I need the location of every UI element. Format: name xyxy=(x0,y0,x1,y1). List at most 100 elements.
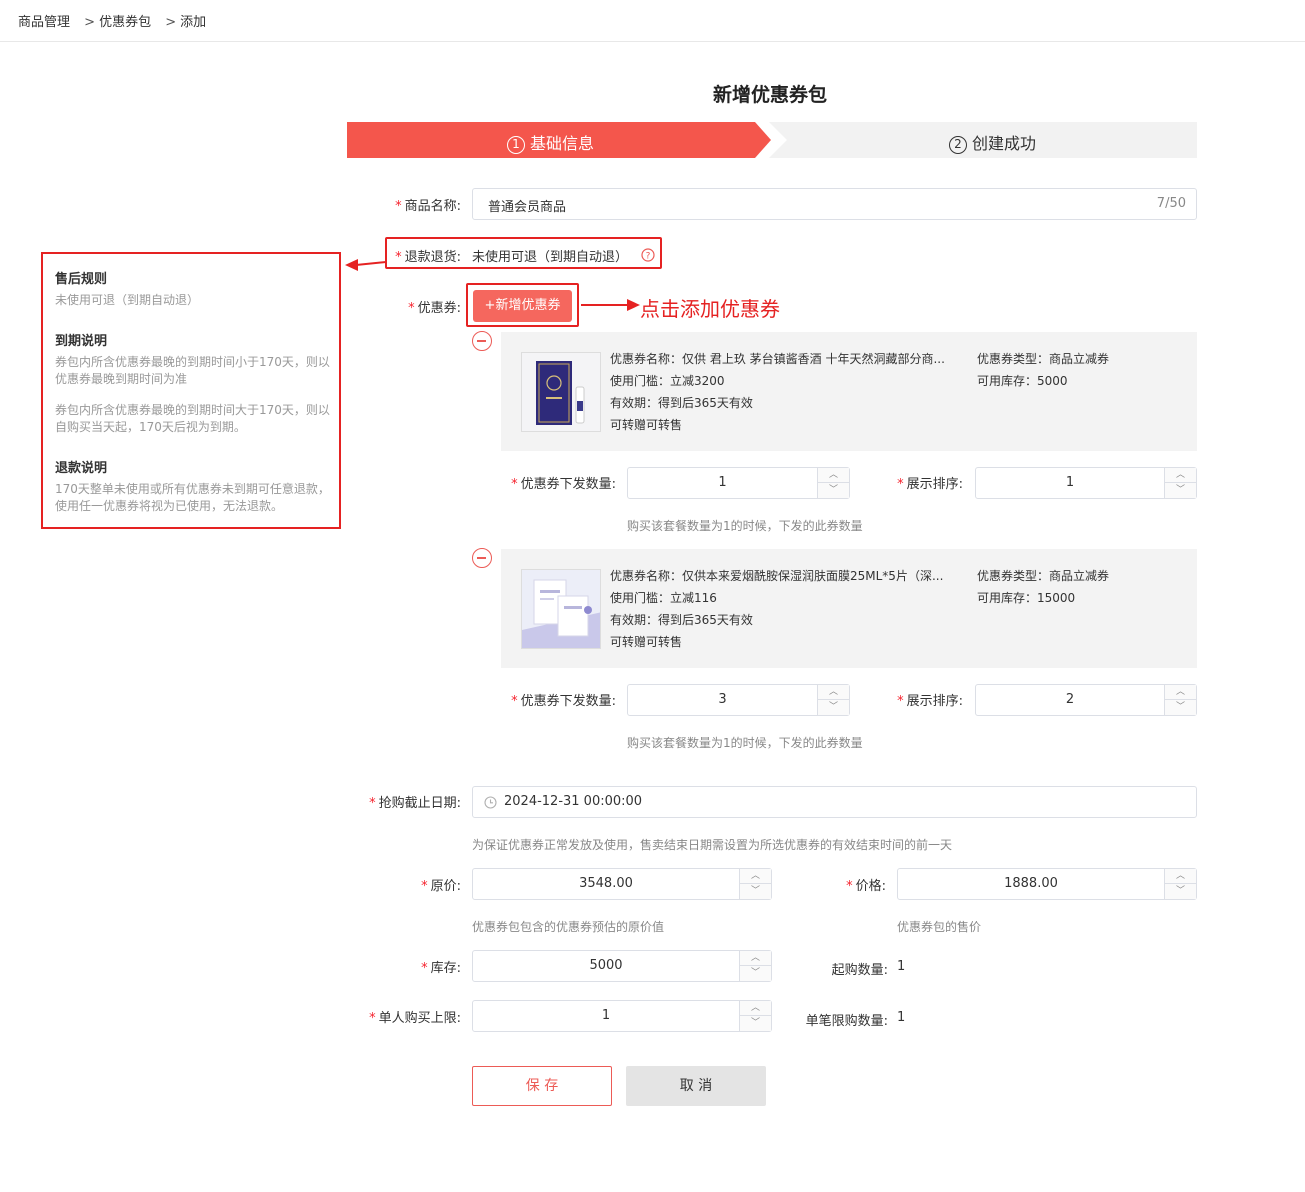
product-name-input[interactable]: 普通会员商品 7/50 xyxy=(472,188,1197,220)
increment-icon[interactable]: ︿ xyxy=(1165,869,1196,884)
decrement-icon[interactable]: ﹀ xyxy=(1165,884,1196,899)
add-coupon-button[interactable]: +新增优惠券 xyxy=(473,290,572,322)
original-price-value: 3548.00 xyxy=(579,876,633,891)
coupon-qty-stepper[interactable]: 1 ︿ ﹀ xyxy=(627,467,850,499)
coupon-type: 优惠券类型：商品立减券 xyxy=(977,569,1110,583)
coupon-product-image xyxy=(521,352,601,432)
sort-stepper[interactable]: 1 ︿ ﹀ xyxy=(975,467,1197,499)
stock-stepper[interactable]: 5000 ︿ ﹀ xyxy=(472,950,772,982)
stepper-controls: ︿ ﹀ xyxy=(739,869,771,899)
decrement-icon[interactable]: ﹀ xyxy=(740,884,771,899)
refund-title: 退款说明 xyxy=(55,461,108,476)
deadline-value: 2024-12-31 00:00:00 xyxy=(504,794,643,809)
breadcrumb-separator: > xyxy=(84,15,96,30)
char-counter: 7/50 xyxy=(1156,196,1186,211)
original-price-stepper[interactable]: 3548.00 ︿ ﹀ xyxy=(472,868,772,900)
decrement-icon[interactable]: ﹀ xyxy=(818,483,849,498)
product-name-value: 普通会员商品 xyxy=(488,200,567,215)
coupon-qty-value: 3 xyxy=(718,692,727,707)
breadcrumb: 商品管理 > 优惠券包 > 添加 xyxy=(18,11,206,30)
cancel-button[interactable]: 取 消 xyxy=(626,1066,766,1106)
increment-icon[interactable]: ︿ xyxy=(818,468,849,483)
coupon-threshold: 使用门槛：立减116 xyxy=(610,591,717,605)
stepper-controls: ︿ ﹀ xyxy=(817,468,849,498)
stock-label: * 库存: xyxy=(421,961,461,976)
arrow-left-icon xyxy=(345,259,387,271)
breadcrumb-item-goods[interactable]: 商品管理 xyxy=(18,15,70,30)
decrement-icon[interactable]: ﹀ xyxy=(818,700,849,715)
step-basic-info: 1 基础信息 xyxy=(507,130,594,154)
coupon-stock: 可用库存：15000 xyxy=(977,591,1076,605)
coupon-qty-label: * 优惠券下发数量: xyxy=(511,694,616,709)
decrement-icon[interactable]: ﹀ xyxy=(1165,700,1196,715)
per-order-limit-value: 1 xyxy=(897,1010,906,1025)
decrement-icon[interactable]: ﹀ xyxy=(1165,483,1196,498)
step-number: 1 xyxy=(507,136,525,154)
coupon-threshold: 使用门槛：立减3200 xyxy=(610,374,725,388)
price-value: 1888.00 xyxy=(1004,876,1058,891)
question-icon[interactable]: ? xyxy=(641,248,655,262)
increment-icon[interactable]: ︿ xyxy=(818,685,849,700)
breadcrumb-separator: > xyxy=(165,15,177,30)
stepper-controls: ︿ ﹀ xyxy=(1164,468,1196,498)
coupon-qty-label: * 优惠券下发数量: xyxy=(511,477,616,492)
stepper-controls: ︿ ﹀ xyxy=(1164,869,1196,899)
stepper-controls: ︿ ﹀ xyxy=(1164,685,1196,715)
arrow-right-icon xyxy=(581,299,640,311)
breadcrumb-item-add: 添加 xyxy=(180,15,207,30)
step-indicator: 1 基础信息 2 创建成功 xyxy=(347,122,1197,158)
increment-icon[interactable]: ︿ xyxy=(740,951,771,966)
step-label: 创建成功 xyxy=(972,134,1037,153)
decrement-icon[interactable]: ﹀ xyxy=(740,966,771,981)
deadline-date-picker[interactable]: 2024-12-31 00:00:00 xyxy=(472,786,1197,818)
increment-icon[interactable]: ︿ xyxy=(740,869,771,884)
stepper-controls: ︿ ﹀ xyxy=(739,951,771,981)
expiry-title: 到期说明 xyxy=(55,334,108,349)
sort-value: 1 xyxy=(1065,475,1075,490)
step-label: 基础信息 xyxy=(530,134,595,153)
min-buy-label: 起购数量: xyxy=(831,963,888,978)
sort-label: * 展示排序: xyxy=(897,694,963,709)
svg-text:?: ? xyxy=(646,252,651,262)
increment-icon[interactable]: ︿ xyxy=(1165,468,1196,483)
coupon-label: * 优惠券: xyxy=(408,301,461,316)
coupon-validity: 有效期：得到后365天有效 xyxy=(610,613,753,627)
coupon-qty-hint: 购买该套餐数量为1的时候，下发的此券数量 xyxy=(627,519,863,533)
annotation-add-coupon: 点击添加优惠券 xyxy=(640,297,780,321)
coupon-name: 优惠券名称：仅供本来爱烟酰胺保湿润肤面膜25ML*5片（深... xyxy=(610,569,944,583)
step-created: 2 创建成功 xyxy=(949,130,1036,154)
header-divider xyxy=(0,41,1305,42)
per-order-limit-label: 单笔限购数量: xyxy=(805,1014,888,1029)
sort-stepper[interactable]: 2 ︿ ﹀ xyxy=(975,684,1197,716)
remove-coupon-icon[interactable] xyxy=(472,331,492,351)
original-price-hint: 优惠券包包含的优惠券预估的原价值 xyxy=(472,920,665,934)
deadline-hint: 为保证优惠券正常发放及使用，售卖结束日期需设置为所选优惠券的有效结束时间的前一天 xyxy=(472,838,953,852)
stock-value: 5000 xyxy=(589,958,623,973)
coupon-name: 优惠券名称：仅供 君上玖 茅台镇酱香酒 十年天然洞藏部分商... xyxy=(610,352,945,366)
min-buy-value: 1 xyxy=(897,959,906,974)
coupon-card: 优惠券名称：仅供 君上玖 茅台镇酱香酒 十年天然洞藏部分商... 使用门槛：立减… xyxy=(501,332,1197,451)
coupon-stock: 可用库存：5000 xyxy=(977,374,1068,388)
coupon-product-image xyxy=(521,569,601,649)
increment-icon[interactable]: ︿ xyxy=(1165,685,1196,700)
sort-value: 2 xyxy=(1065,692,1075,707)
purchase-limit-value: 1 xyxy=(601,1008,611,1023)
coupon-qty-hint: 购买该套餐数量为1的时候，下发的此券数量 xyxy=(627,736,863,750)
breadcrumb-item-coupon-pack[interactable]: 优惠券包 xyxy=(99,15,151,30)
price-hint: 优惠券包的售价 xyxy=(897,920,982,934)
purchase-limit-stepper[interactable]: 1 ︿ ﹀ xyxy=(472,1000,772,1032)
step-bar-graphic xyxy=(347,122,1197,158)
save-button[interactable]: 保 存 xyxy=(472,1066,612,1106)
after-sale-text: 未使用可退（到期自动退） xyxy=(55,293,200,307)
product-name-label: * 商品名称: xyxy=(395,199,461,214)
remove-coupon-icon[interactable] xyxy=(472,548,492,568)
after-sale-title: 售后规则 xyxy=(55,272,108,287)
price-label: * 价格: xyxy=(846,879,886,894)
coupon-qty-stepper[interactable]: 3 ︿ ﹀ xyxy=(627,684,850,716)
sort-label: * 展示排序: xyxy=(897,477,963,492)
price-stepper[interactable]: 1888.00 ︿ ﹀ xyxy=(897,868,1197,900)
step-number: 2 xyxy=(949,136,967,154)
original-price-label: * 原价: xyxy=(421,879,461,894)
coupon-type: 优惠券类型：商品立减券 xyxy=(977,352,1110,366)
page-title: 新增优惠券包 xyxy=(712,84,827,106)
